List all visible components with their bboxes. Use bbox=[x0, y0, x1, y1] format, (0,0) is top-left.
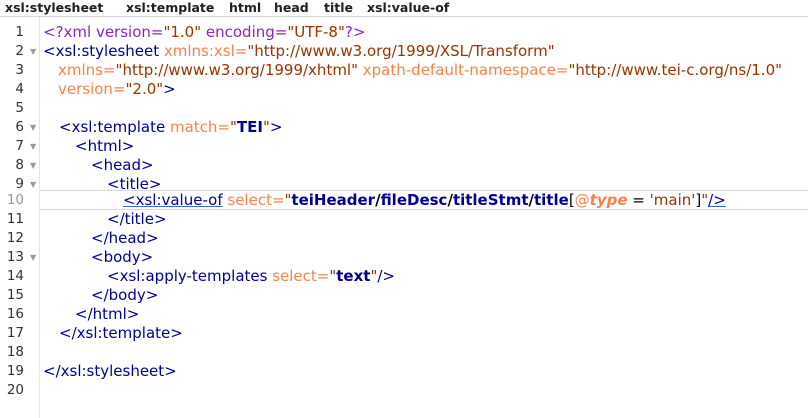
code-line-17[interactable]: </xsl:template> bbox=[59, 324, 183, 343]
code-line-2[interactable]: <xsl:stylesheet xmlns:xsl="http://www.w3… bbox=[43, 42, 555, 61]
select-value-text: text bbox=[336, 267, 371, 285]
code-line-7[interactable]: <html> bbox=[75, 137, 134, 156]
fold-triangle-icon[interactable]: ▼ bbox=[30, 42, 38, 61]
line-number: 3 bbox=[15, 62, 24, 78]
self-close: /> bbox=[377, 267, 395, 285]
equals-operator: = bbox=[627, 191, 650, 209]
code-line-19[interactable]: </xsl:stylesheet> bbox=[43, 362, 177, 381]
breadcrumb-item-xsl-stylesheet[interactable]: xsl:stylesheet bbox=[5, 0, 103, 16]
value-of-open-tag: <xsl:value-of bbox=[123, 191, 223, 209]
line-number: 2 bbox=[15, 43, 24, 59]
apply-templates-open-tag: <xsl:apply-templates bbox=[107, 267, 268, 285]
code-line-11[interactable]: </title> bbox=[107, 210, 167, 229]
tag-close: > bbox=[163, 80, 176, 98]
line-number: 17 bbox=[6, 325, 24, 341]
xpath-step-titlestmt: titleStmt bbox=[452, 191, 529, 209]
line-number-gutter: 1 2 3 4 5 6 7 8 9 10 11 12 13 14 15 16 1… bbox=[0, 17, 28, 418]
gutter-divider bbox=[39, 17, 40, 418]
match-attr: match= bbox=[165, 118, 230, 136]
line-number: 13 bbox=[6, 249, 24, 265]
xml-encoding-value: "UTF-8" bbox=[287, 23, 345, 41]
xmlns-value: "http://www.w3.org/1999/xhtml" bbox=[115, 61, 359, 79]
xpath-step-title: title bbox=[534, 191, 569, 209]
line-number: 11 bbox=[6, 211, 24, 227]
code-line-15[interactable]: </body> bbox=[91, 286, 158, 305]
fold-triangle-icon[interactable]: ▼ bbox=[30, 156, 38, 175]
code-line-12[interactable]: </head> bbox=[91, 229, 159, 248]
line-number: 1 bbox=[15, 24, 24, 40]
xpath-step-filedesc: fileDesc bbox=[380, 191, 448, 209]
fold-triangle-icon[interactable]: ▼ bbox=[30, 175, 38, 194]
line-number: 16 bbox=[6, 306, 24, 322]
code-line-3[interactable]: xmlns="http://www.w3.org/1999/xhtml" xpa… bbox=[58, 61, 782, 80]
fold-triangle-icon[interactable]: ▼ bbox=[30, 248, 38, 267]
code-line-8[interactable]: <head> bbox=[91, 156, 154, 175]
line-number: 5 bbox=[15, 100, 24, 116]
template-open-tag: <xsl:template bbox=[59, 118, 166, 136]
xpath-default-namespace-attr: xpath-default-namespace= bbox=[358, 61, 569, 79]
line-number: 18 bbox=[6, 344, 24, 360]
line-number: 12 bbox=[6, 230, 24, 246]
quote: " bbox=[229, 118, 237, 136]
xmlns-attr: xmlns= bbox=[58, 61, 116, 79]
xmlns-xsl-attr: xmlns:xsl= bbox=[159, 42, 248, 60]
code-editor[interactable]: 1 2 3 4 5 6 7 8 9 10 11 12 13 14 15 16 1… bbox=[0, 17, 808, 418]
breadcrumb: xsl:stylesheet xsl:template html head ti… bbox=[0, 0, 808, 17]
breadcrumb-item-html[interactable]: html bbox=[229, 0, 261, 16]
code-line-10[interactable]: <xsl:value-of select="teiHeader/fileDesc… bbox=[123, 191, 726, 210]
line-number-current: 10 bbox=[6, 192, 24, 208]
code-line-4[interactable]: version="2.0"> bbox=[58, 80, 176, 99]
line-number: 15 bbox=[6, 287, 24, 303]
attribute-name-type: type bbox=[589, 191, 628, 209]
fold-triangle-icon[interactable]: ▼ bbox=[30, 118, 38, 137]
line-number: 8 bbox=[15, 157, 24, 173]
line-number: 6 bbox=[15, 119, 24, 135]
select-attr: select= bbox=[267, 267, 330, 285]
code-line-13[interactable]: <body> bbox=[91, 248, 153, 267]
breadcrumb-item-xsl-template[interactable]: xsl:template bbox=[126, 0, 214, 16]
breadcrumb-item-xsl-value-of[interactable]: xsl:value-of bbox=[367, 0, 449, 16]
breadcrumb-item-head[interactable]: head bbox=[274, 0, 309, 16]
line-number: 14 bbox=[6, 268, 24, 284]
stylesheet-open-tag: <xsl:stylesheet bbox=[43, 42, 160, 60]
tag-close: > bbox=[269, 118, 283, 136]
xmlns-xsl-value: "http://www.w3.org/1999/XSL/Transform" bbox=[247, 42, 555, 60]
line-number: 7 bbox=[15, 138, 24, 154]
xml-encoding-attr: encoding= bbox=[201, 23, 288, 41]
attribute-axis: @ bbox=[574, 191, 590, 209]
xml-version-value: "1.0" bbox=[163, 23, 202, 41]
line-number: 19 bbox=[6, 363, 24, 379]
code-line-6[interactable]: <xsl:template match="TEI"> bbox=[59, 118, 282, 137]
breadcrumb-item-title[interactable]: title bbox=[324, 0, 353, 16]
xpath-default-namespace-value: "http://www.tei-c.org/ns/1.0" bbox=[568, 61, 783, 79]
string-literal-main: 'main' bbox=[649, 191, 696, 209]
quote: " bbox=[262, 118, 270, 136]
self-close: /> bbox=[708, 191, 726, 209]
select-attr: select= bbox=[222, 191, 285, 209]
xml-declaration-close: ?> bbox=[344, 23, 366, 41]
match-value: TEI bbox=[236, 118, 263, 136]
version-value: "2.0" bbox=[125, 80, 164, 98]
fold-triangle-icon[interactable]: ▼ bbox=[30, 137, 38, 156]
xpath-step-teiheader: teiHeader bbox=[291, 191, 376, 209]
code-line-1[interactable]: <?xml version="1.0" encoding="UTF-8"?> bbox=[43, 23, 365, 42]
version-attr: version= bbox=[58, 80, 126, 98]
line-number: 4 bbox=[15, 81, 24, 97]
code-line-14[interactable]: <xsl:apply-templates select="text"/> bbox=[107, 267, 395, 286]
line-number: 20 bbox=[6, 382, 24, 398]
code-line-16[interactable]: </html> bbox=[75, 305, 139, 324]
xml-declaration-open: <?xml version= bbox=[43, 23, 164, 41]
